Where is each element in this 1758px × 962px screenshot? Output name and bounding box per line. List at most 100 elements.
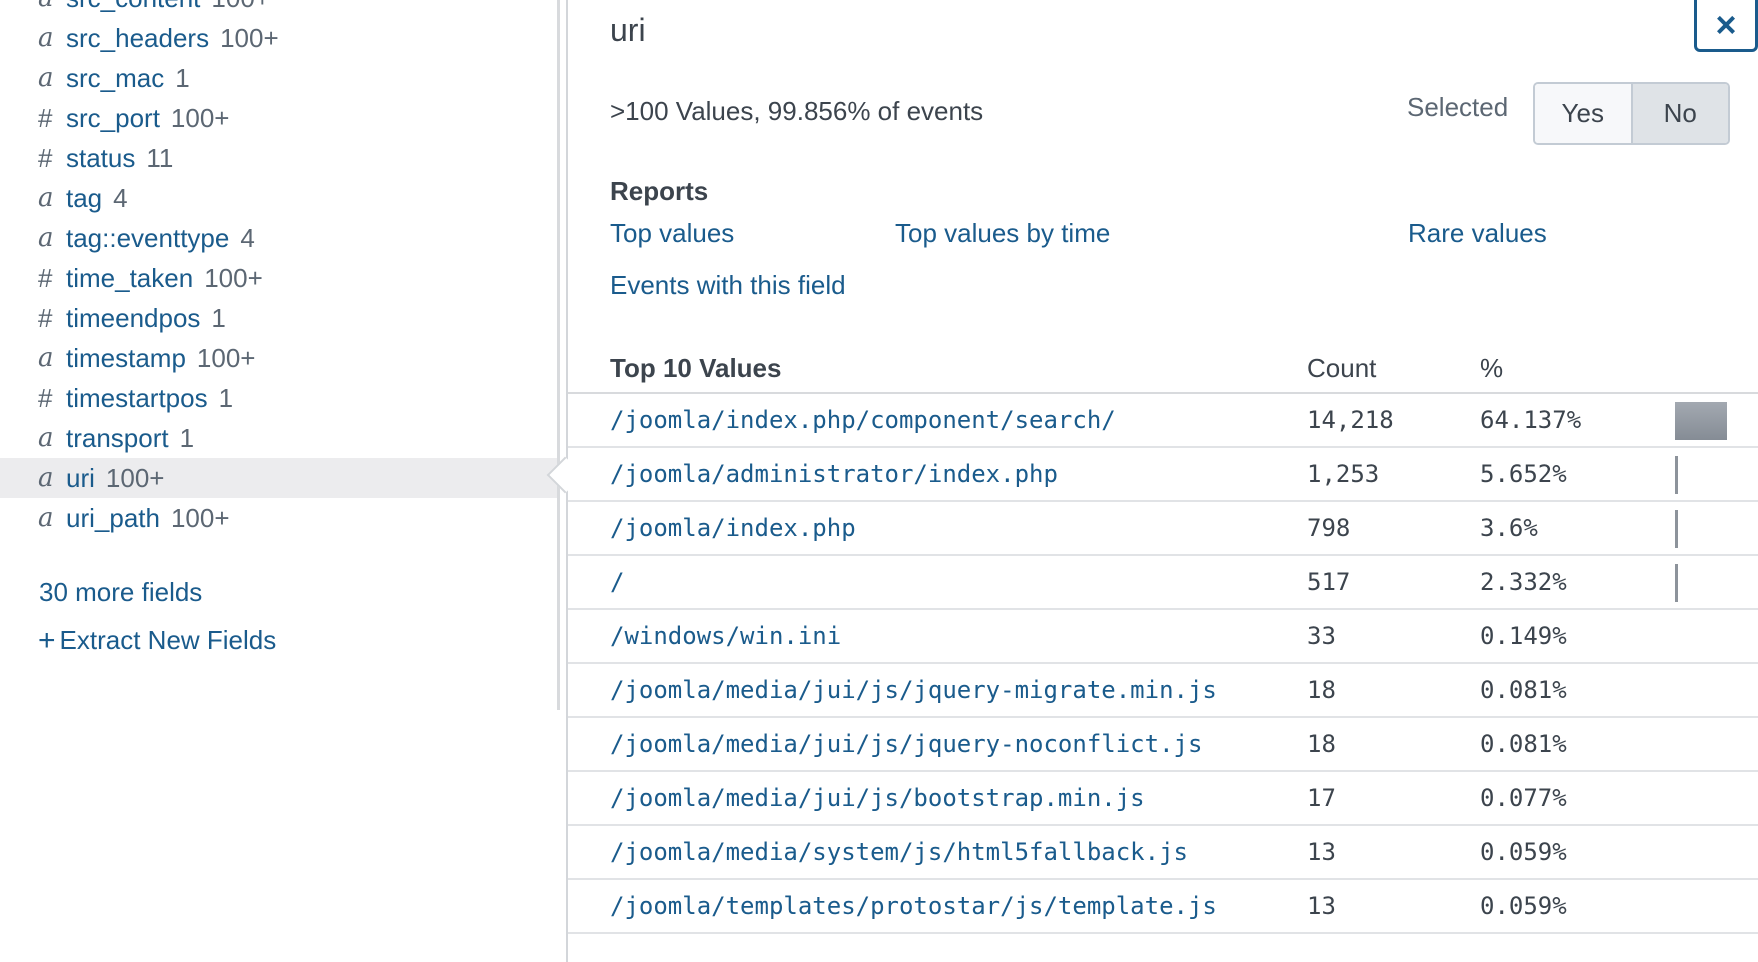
percent-bar-fill bbox=[1675, 564, 1678, 602]
field-item-timestartpos[interactable]: # timestartpos 1 bbox=[0, 378, 560, 418]
field-name: timestartpos bbox=[66, 382, 208, 413]
uri-value-link[interactable]: /joomla/administrator/index.php bbox=[610, 460, 1058, 488]
uri-value-link[interactable]: /joomla/index.php bbox=[610, 514, 856, 542]
top-values-link[interactable]: Top values bbox=[610, 218, 734, 249]
field-item-src-port[interactable]: # src_port 100+ bbox=[0, 98, 560, 138]
extract-new-fields-label: Extract New Fields bbox=[59, 625, 277, 655]
percent-bar bbox=[1675, 564, 1727, 602]
extract-new-fields-link[interactable]: + Extract New Fields bbox=[38, 625, 276, 656]
field-value-count: 4 bbox=[113, 182, 128, 213]
field-value-count: 100+ bbox=[204, 262, 263, 293]
number-type-icon: # bbox=[38, 102, 53, 133]
value-count: 18 bbox=[1307, 730, 1336, 758]
number-type-icon: # bbox=[38, 142, 53, 173]
field-value-count: 4 bbox=[240, 222, 255, 253]
field-name: src_mac bbox=[66, 62, 165, 93]
field-name: src_headers bbox=[66, 22, 210, 53]
table-row: / 517 2.332% bbox=[568, 556, 1758, 610]
table-body: /joomla/index.php/component/search/14,21… bbox=[568, 394, 1758, 934]
field-value-count: 1 bbox=[179, 422, 195, 453]
table-row: /joomla/administrator/index.php 1,253 5.65… bbox=[568, 448, 1758, 502]
field-value-count: 1 bbox=[218, 382, 234, 413]
close-icon: × bbox=[1715, 4, 1737, 45]
uri-value-link[interactable]: / bbox=[610, 568, 624, 596]
field-item-status[interactable]: # status 11 bbox=[0, 138, 560, 178]
field-item-src-mac[interactable]: a src_mac 1 bbox=[0, 58, 560, 98]
table-row: /joomla/media/jui/js/jquery-noconflict.j… bbox=[568, 718, 1758, 772]
uri-value-link[interactable]: /joomla/media/system/js/html5fallback.js bbox=[610, 838, 1188, 866]
rare-values-link[interactable]: Rare values bbox=[1408, 218, 1547, 249]
plus-icon: + bbox=[38, 623, 56, 657]
field-item-uri[interactable]: a uri 100+ bbox=[0, 458, 560, 498]
value-count: 13 bbox=[1307, 892, 1336, 920]
field-name: timeendpos bbox=[66, 302, 201, 333]
uri-value-link[interactable]: /joomla/media/jui/js/bootstrap.min.js bbox=[610, 784, 1145, 812]
table-row: /joomla/media/system/js/html5fallback.js… bbox=[568, 826, 1758, 880]
field-item-src-headers[interactable]: a src_headers 100+ bbox=[0, 18, 560, 58]
reports-heading: Reports bbox=[610, 176, 709, 206]
string-type-icon: a bbox=[38, 503, 54, 533]
percent-bar-fill bbox=[1675, 510, 1678, 548]
string-type-icon: a bbox=[38, 0, 60, 13]
percent-bar-fill bbox=[1675, 456, 1678, 494]
values-summary: >100 Values, 99.856% of events bbox=[610, 96, 984, 126]
value-percent: 2.332% bbox=[1480, 568, 1567, 596]
uri-value-link[interactable]: /joomla/index.php/component/search/ bbox=[610, 406, 1116, 434]
column-header-percent: % bbox=[1480, 352, 1504, 383]
selected-yes-button[interactable]: Yes bbox=[1535, 84, 1633, 143]
field-item-timeendpos[interactable]: # timeendpos 1 bbox=[0, 298, 560, 338]
uri-value-link[interactable]: /joomla/templates/protostar/js/template.… bbox=[610, 892, 1217, 920]
number-type-icon: # bbox=[38, 302, 53, 333]
more-fields-link[interactable]: 30 more fields bbox=[39, 577, 202, 608]
table-row: /joomla/index.php/component/search/14,21… bbox=[568, 394, 1758, 448]
value-percent: 0.081% bbox=[1480, 676, 1567, 704]
value-percent: 64.137% bbox=[1480, 406, 1582, 434]
percent-bar bbox=[1675, 510, 1727, 548]
value-percent: 0.149% bbox=[1480, 622, 1567, 650]
percent-bar bbox=[1675, 672, 1727, 710]
table-row: /windows/win.ini 33 0.149% bbox=[568, 610, 1758, 664]
field-item-transport[interactable]: a transport 1 bbox=[0, 418, 560, 458]
number-type-icon: # bbox=[38, 382, 53, 413]
field-item-tag-eventtype[interactable]: a tag::eventtype 4 bbox=[0, 218, 560, 258]
field-name: time_taken bbox=[66, 262, 194, 293]
field-item-time-taken[interactable]: # time_taken 100+ bbox=[0, 258, 560, 298]
field-value-count: 100+ bbox=[105, 462, 165, 493]
value-count: 798 bbox=[1307, 514, 1351, 542]
field-name: tag::eventtype bbox=[66, 222, 230, 253]
uri-value-link[interactable]: /joomla/media/jui/js/jquery-migrate.min.… bbox=[610, 676, 1217, 704]
string-type-icon: a bbox=[38, 63, 54, 93]
field-name: timestamp bbox=[66, 342, 186, 373]
value-count: 13 bbox=[1307, 838, 1336, 866]
field-value-count: 100+ bbox=[220, 22, 279, 53]
percent-bar bbox=[1675, 456, 1727, 494]
uri-value-link[interactable]: /joomla/media/jui/js/jquery-noconflict.j… bbox=[610, 730, 1202, 758]
field-item-uri-path[interactable]: a uri_path 100+ bbox=[0, 498, 560, 538]
uri-value-link[interactable]: /windows/win.ini bbox=[610, 622, 841, 650]
events-with-this-field-link[interactable]: Events with this field bbox=[610, 270, 846, 301]
top-values-by-time-link[interactable]: Top values by time bbox=[895, 218, 1110, 249]
sidebar-scrollbar[interactable] bbox=[557, 0, 560, 710]
field-item-tag[interactable]: a tag 4 bbox=[0, 178, 560, 218]
selected-label: Selected bbox=[1407, 92, 1509, 122]
string-type-icon: a bbox=[38, 183, 54, 213]
close-button[interactable]: × bbox=[1694, 0, 1758, 52]
selected-no-button[interactable]: No bbox=[1632, 84, 1728, 143]
value-percent: 0.059% bbox=[1480, 892, 1567, 920]
top-values-table: Top 10 Values Count % /joomla/index.php/… bbox=[568, 344, 1758, 934]
field-item-src-content[interactable]: a src_content 100+ bbox=[0, 0, 560, 18]
number-type-icon: # bbox=[38, 262, 53, 293]
percent-bar bbox=[1675, 618, 1727, 656]
percent-bar bbox=[1675, 888, 1727, 926]
table-row: /joomla/templates/protostar/js/template.… bbox=[568, 880, 1758, 934]
value-percent: 0.081% bbox=[1480, 730, 1567, 758]
value-count: 33 bbox=[1307, 622, 1336, 650]
string-type-icon: a bbox=[38, 423, 54, 453]
percent-bar bbox=[1675, 780, 1727, 818]
field-item-timestamp[interactable]: a timestamp 100+ bbox=[0, 338, 560, 378]
table-row: /joomla/index.php 798 3.6% bbox=[568, 502, 1758, 556]
value-percent: 3.6% bbox=[1480, 514, 1538, 542]
table-header: Top 10 Values Count % bbox=[568, 344, 1758, 394]
field-value-count: 1 bbox=[211, 302, 226, 333]
percent-bar bbox=[1675, 402, 1727, 440]
